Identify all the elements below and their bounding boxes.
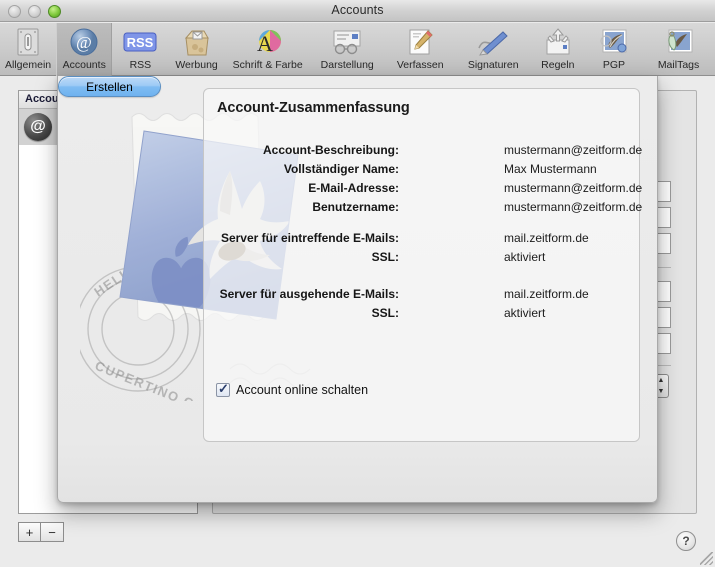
summary-row: SSL: aktiviert: [204, 250, 641, 269]
junk-bag-icon: [182, 26, 212, 58]
summary-group-outgoing: Server für ausgehende E-Mails: mail.zeit…: [204, 287, 641, 325]
svg-text:@: @: [76, 33, 92, 52]
summary-value: Max Mustermann: [504, 162, 597, 176]
resize-grip[interactable]: [700, 552, 713, 565]
summary-value: mustermann@zeitform.de: [504, 181, 643, 195]
create-button[interactable]: Erstellen: [58, 76, 161, 97]
window-titlebar: Accounts: [0, 0, 715, 22]
summary-group-incoming: Server für eintreffende E-Mails: mail.ze…: [204, 231, 641, 269]
summary-label: Server für eintreffende E-Mails:: [220, 231, 399, 245]
summary-value: mustermann@zeitform.de: [504, 143, 643, 157]
summary-value: aktiviert: [504, 250, 546, 264]
toolbar-label: Darstellung: [320, 59, 374, 71]
add-account-button[interactable]: +: [18, 522, 41, 542]
summary-label: Server für ausgehende E-Mails:: [219, 287, 399, 301]
svg-text:RSS: RSS: [127, 35, 154, 50]
toolbar-label: Allgemein: [5, 59, 52, 71]
signature-pen-icon: [475, 26, 511, 58]
toolbar-item-mailtags[interactable]: MailTags: [642, 23, 715, 76]
rules-arrows-icon: [543, 26, 573, 58]
toolbar-item-allgemein[interactable]: Allgemein: [0, 23, 56, 76]
toolbar-label: Signaturen: [467, 59, 519, 71]
at-sign-icon: @: [69, 26, 99, 58]
viewing-glasses-icon: [330, 26, 364, 58]
summary-row: Server für eintreffende E-Mails: mail.ze…: [204, 231, 641, 250]
toolbar-label: Schrift & Farbe: [232, 59, 303, 71]
stepper-up-icon[interactable]: ▲: [658, 377, 665, 384]
online-checkbox-row[interactable]: Account online schalten: [216, 381, 369, 397]
toolbar-item-signaturen[interactable]: Signaturen: [457, 23, 530, 76]
window-title: Accounts: [331, 3, 384, 17]
summary-label: SSL:: [371, 306, 399, 320]
summary-row: SSL: aktiviert: [204, 306, 641, 325]
online-checkbox-label: Account online schalten: [236, 383, 369, 397]
remove-account-button[interactable]: −: [41, 522, 64, 542]
summary-row: Benutzername: mustermann@zeitform.de: [204, 200, 643, 219]
summary-label: Account-Beschreibung:: [262, 143, 399, 157]
stepper-down-icon[interactable]: ▼: [658, 388, 665, 395]
toolbar-item-pgp[interactable]: PGP: [586, 23, 642, 76]
list-controls: + −: [18, 522, 64, 542]
summary-label: Vollständiger Name:: [283, 162, 399, 176]
toolbar-item-accounts[interactable]: @ Accounts: [56, 23, 113, 76]
window-help-button[interactable]: ?: [676, 531, 696, 551]
toolbar-label: RSS: [129, 59, 152, 71]
summary-label: E-Mail-Adresse:: [308, 181, 399, 195]
toolbar-item-verfassen[interactable]: Verfassen: [384, 23, 457, 76]
summary-row: E-Mail-Adresse: mustermann@zeitform.de: [204, 181, 643, 200]
account-globe-icon: @: [24, 113, 52, 141]
page-title: Account-Zusammenfassung: [217, 100, 410, 116]
rss-badge-icon: RSS: [123, 26, 157, 58]
summary-label: Benutzername:: [312, 200, 399, 214]
toolbar-label: Regeln: [541, 59, 575, 71]
summary-row: Account-Beschreibung: mustermann@zeitfor…: [204, 143, 643, 162]
general-switch-icon: [14, 26, 42, 58]
summary-value: mail.zeitform.de: [504, 287, 589, 301]
font-color-icon: A: [253, 26, 283, 58]
toolbar-label: Verfassen: [396, 59, 444, 71]
toolbar-label: PGP: [602, 59, 626, 71]
toolbar-item-werbung[interactable]: Werbung: [168, 23, 224, 76]
postmark-bottom-text: CUPERTINO CA: [93, 358, 207, 401]
toolbar-label: Werbung: [175, 59, 218, 71]
pgp-icon: [598, 26, 630, 58]
toolbar-item-rss[interactable]: RSS RSS: [112, 23, 168, 76]
summary-value: mustermann@zeitform.de: [504, 200, 643, 214]
account-summary-sheet: HELLO FR CUPERTINO CA Account-Zusammenfa…: [57, 76, 658, 503]
online-checkbox[interactable]: [216, 381, 230, 397]
svg-text:A: A: [257, 31, 273, 56]
mailtags-icon: [663, 26, 695, 58]
preferences-toolbar: Allgemein @ Accounts RSS RSS Werbung A S…: [0, 23, 715, 76]
toolbar-label: MailTags: [657, 59, 700, 71]
toolbar-item-schrift-farbe[interactable]: A Schrift & Farbe: [225, 23, 311, 76]
compose-pencil-icon: [405, 26, 435, 58]
summary-label: SSL:: [371, 250, 399, 264]
summary-row: Vollständiger Name: Max Mustermann: [204, 162, 641, 181]
summary-value: aktiviert: [504, 306, 546, 320]
summary-value: mail.zeitform.de: [504, 231, 589, 245]
toolbar-item-regeln[interactable]: Regeln: [530, 23, 586, 76]
toolbar-label: Accounts: [62, 59, 106, 71]
summary-row: Server für ausgehende E-Mails: mail.zeit…: [204, 287, 641, 306]
summary-group-account: Account-Beschreibung: mustermann@zeitfor…: [204, 143, 643, 219]
toolbar-item-darstellung[interactable]: Darstellung: [311, 23, 384, 76]
